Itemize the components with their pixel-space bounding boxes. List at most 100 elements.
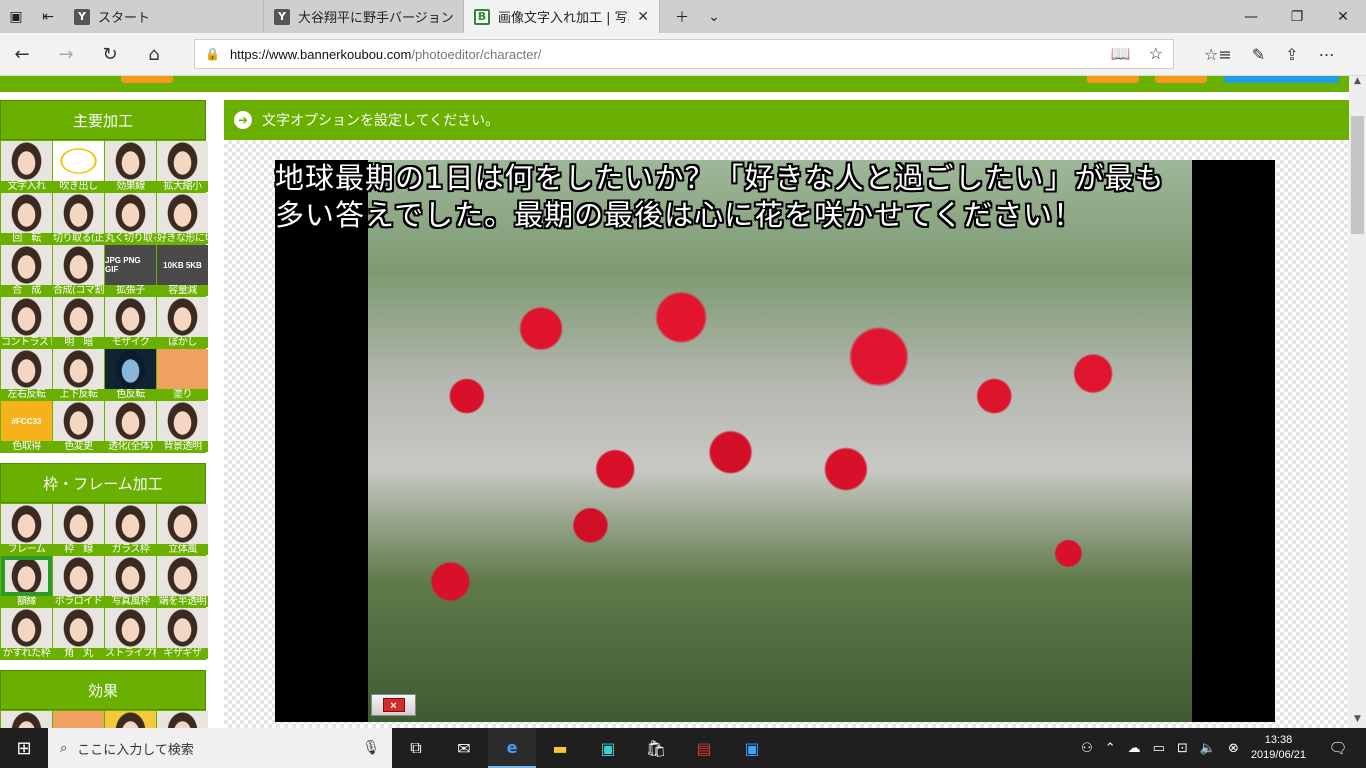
tool-tile[interactable]: 額縁 [1,556,52,607]
tool-tile[interactable]: かすれた枠 [1,608,52,659]
network-icon[interactable]: ⊡ [1177,741,1188,756]
tool-tile[interactable]: #FCC33 色取得 [1,401,52,452]
battery-icon[interactable]: ▭ [1153,741,1165,756]
people-icon[interactable]: ⚇ [1081,741,1093,756]
tab-actions-icon[interactable]: ▣ [0,0,32,33]
close-window-icon[interactable]: ✕ [1320,0,1366,33]
tool-tile[interactable]: 拡大縮小 [157,141,208,192]
tool-label: ポラロイド [53,596,104,607]
tool-tile[interactable]: 枠 線 [53,504,104,555]
tool-tile[interactable] [105,711,156,728]
header-tab-orange[interactable] [1087,76,1139,83]
tool-tile[interactable]: 文字入れ [1,141,52,192]
tool-tile[interactable]: 上下反転 [53,349,104,400]
edge-browser-icon[interactable]: e [488,728,536,768]
ime-icon[interactable]: ⊗ [1228,741,1239,756]
reading-view-icon[interactable]: 📖 [1111,44,1131,64]
scroll-thumb[interactable] [1351,116,1364,234]
tool-tile[interactable]: 効果線 [105,141,156,192]
file-explorer-icon[interactable]: ▬ [536,728,584,768]
windows-start-icon[interactable]: ⊞ [0,728,48,768]
home-icon[interactable]: ⌂ [132,33,176,76]
microphone-icon[interactable]: 🎙 [362,740,380,756]
face-thumbnail [1,193,52,233]
tool-tile[interactable]: コントラスト [1,297,52,348]
restore-icon[interactable]: ❐ [1274,0,1320,33]
onedrive-icon[interactable]: ☁ [1128,741,1141,756]
tool-tile[interactable]: フレーム [1,504,52,555]
header-tab-blue[interactable] [1224,76,1339,83]
tab-photo-editor[interactable]: B 画像文字入れ加工 | 写真 ✕ [464,0,660,33]
tool-tile[interactable]: 丸く切り取る [105,193,156,244]
tool-tile[interactable]: 端を半透明 [157,556,208,607]
url-field[interactable]: 🔒 https://www.bannerkoubou.com/photoedit… [194,39,1174,69]
tool-label: 合成(コマ割) [53,285,104,296]
new-tab-icon[interactable]: ＋ [666,0,698,33]
tool-tile[interactable]: 合 成 [1,245,52,296]
header-tab-orange[interactable] [1155,76,1207,83]
share-icon[interactable]: ⇪ [1285,45,1298,64]
tool-tile[interactable]: 透化(全体) [105,401,156,452]
tool-tile[interactable]: 回 転 [1,193,52,244]
tool-tile[interactable]: ぼかし [157,297,208,348]
face-thumbnail [157,504,208,544]
header-tab-orange[interactable] [121,76,173,83]
more-icon[interactable]: ⋯ [1319,45,1335,64]
tab-list-chevron-icon[interactable]: ⌄ [698,0,730,33]
task-view-icon[interactable]: ⧉ [392,728,440,768]
tab-ohtani[interactable]: Y 大谷翔平に野手バージョン「オー [264,0,464,33]
tool-tile[interactable]: ガラス枠 [105,504,156,555]
tool-tile[interactable]: ストライプ枠 [105,608,156,659]
tab-title: 大谷翔平に野手バージョン「オー [298,11,453,26]
tool-tile[interactable]: JPG PNG GIF 拡張子 [105,245,156,296]
volume-icon[interactable]: 🔈 [1200,741,1216,756]
notification-icon[interactable]: 🗨 [1318,739,1358,757]
page-scrollbar[interactable]: ▲ ▼ [1349,76,1366,728]
tab-start[interactable]: Y スタート [64,0,264,33]
favorites-hub-icon[interactable]: ☆≡ [1204,45,1232,64]
back-icon[interactable]: ← [0,33,44,76]
tool-tile[interactable]: 明 暗 [53,297,104,348]
web-page: 主要加工 文字入れ吹き出し効果線拡大縮小回 転切り取る(正方)丸く切り取る好きな… [0,76,1349,728]
close-tab-icon[interactable]: ✕ [637,9,649,25]
tool-tile[interactable] [53,711,104,728]
taskbar-clock[interactable]: 13:38 2019/06/21 [1251,733,1306,763]
forward-icon[interactable]: → [44,33,88,76]
refresh-icon[interactable]: ↻ [88,33,132,76]
tool-tile[interactable]: 合成(コマ割) [53,245,104,296]
news-icon[interactable]: ▤ [680,728,728,768]
tool-tile[interactable]: 色反転 [105,349,156,400]
scroll-up-icon[interactable]: ▲ [1349,76,1366,90]
tool-tile[interactable]: 立体風 [157,504,208,555]
instruction-text: 文字オプションを設定してください。 [262,113,500,129]
tool-tile[interactable]: ポラロイド [53,556,104,607]
tool-tile[interactable]: 吹き出し [53,141,104,192]
scroll-down-icon[interactable]: ▼ [1349,714,1366,728]
store-icon[interactable]: 🛍 [632,728,680,768]
mail-icon[interactable]: ✉ [440,728,488,768]
tool-tile[interactable] [1,711,52,728]
tool-tile[interactable]: 好きな形に切り取る [157,193,208,244]
tool-tile[interactable]: 色変更 [53,401,104,452]
tool-tile[interactable]: 角 丸 [53,608,104,659]
close-text-button[interactable]: × [371,694,416,716]
app-icon[interactable]: ▣ [584,728,632,768]
photos-icon[interactable]: ▣ [728,728,776,768]
tool-tile[interactable] [157,711,208,728]
minimize-icon[interactable]: — [1228,0,1274,33]
favorite-star-icon[interactable]: ☆ [1149,44,1163,64]
tool-tile[interactable]: 10KB 5KB 容量減 [157,245,208,296]
tool-tile[interactable]: 左右反転 [1,349,52,400]
tool-tile[interactable]: ギザギザ [157,608,208,659]
tool-tile[interactable]: 塗り [157,349,208,400]
tool-tile[interactable]: 切り取る(正方) [53,193,104,244]
tool-tile[interactable]: モザイク [105,297,156,348]
caption-text[interactable]: 地球最期の1日は何をしたいか？「好きな人と過ごしたい」が最も多い答えでした。最期… [275,160,1192,234]
taskbar-search[interactable]: ⌕ ここに入力して検索 🎙 [48,728,392,768]
pen-icon[interactable]: ✎ [1252,45,1265,64]
tray-chevron-up-icon[interactable]: ⌃ [1105,741,1116,756]
tool-tile[interactable]: 写真風枠 [105,556,156,607]
tab-back-icon[interactable]: ⇤ [32,0,64,33]
image-canvas[interactable]: 地球最期の1日は何をしたいか？「好きな人と過ごしたい」が最も多い答えでした。最期… [275,160,1275,722]
tool-tile[interactable]: 背景透明 [157,401,208,452]
